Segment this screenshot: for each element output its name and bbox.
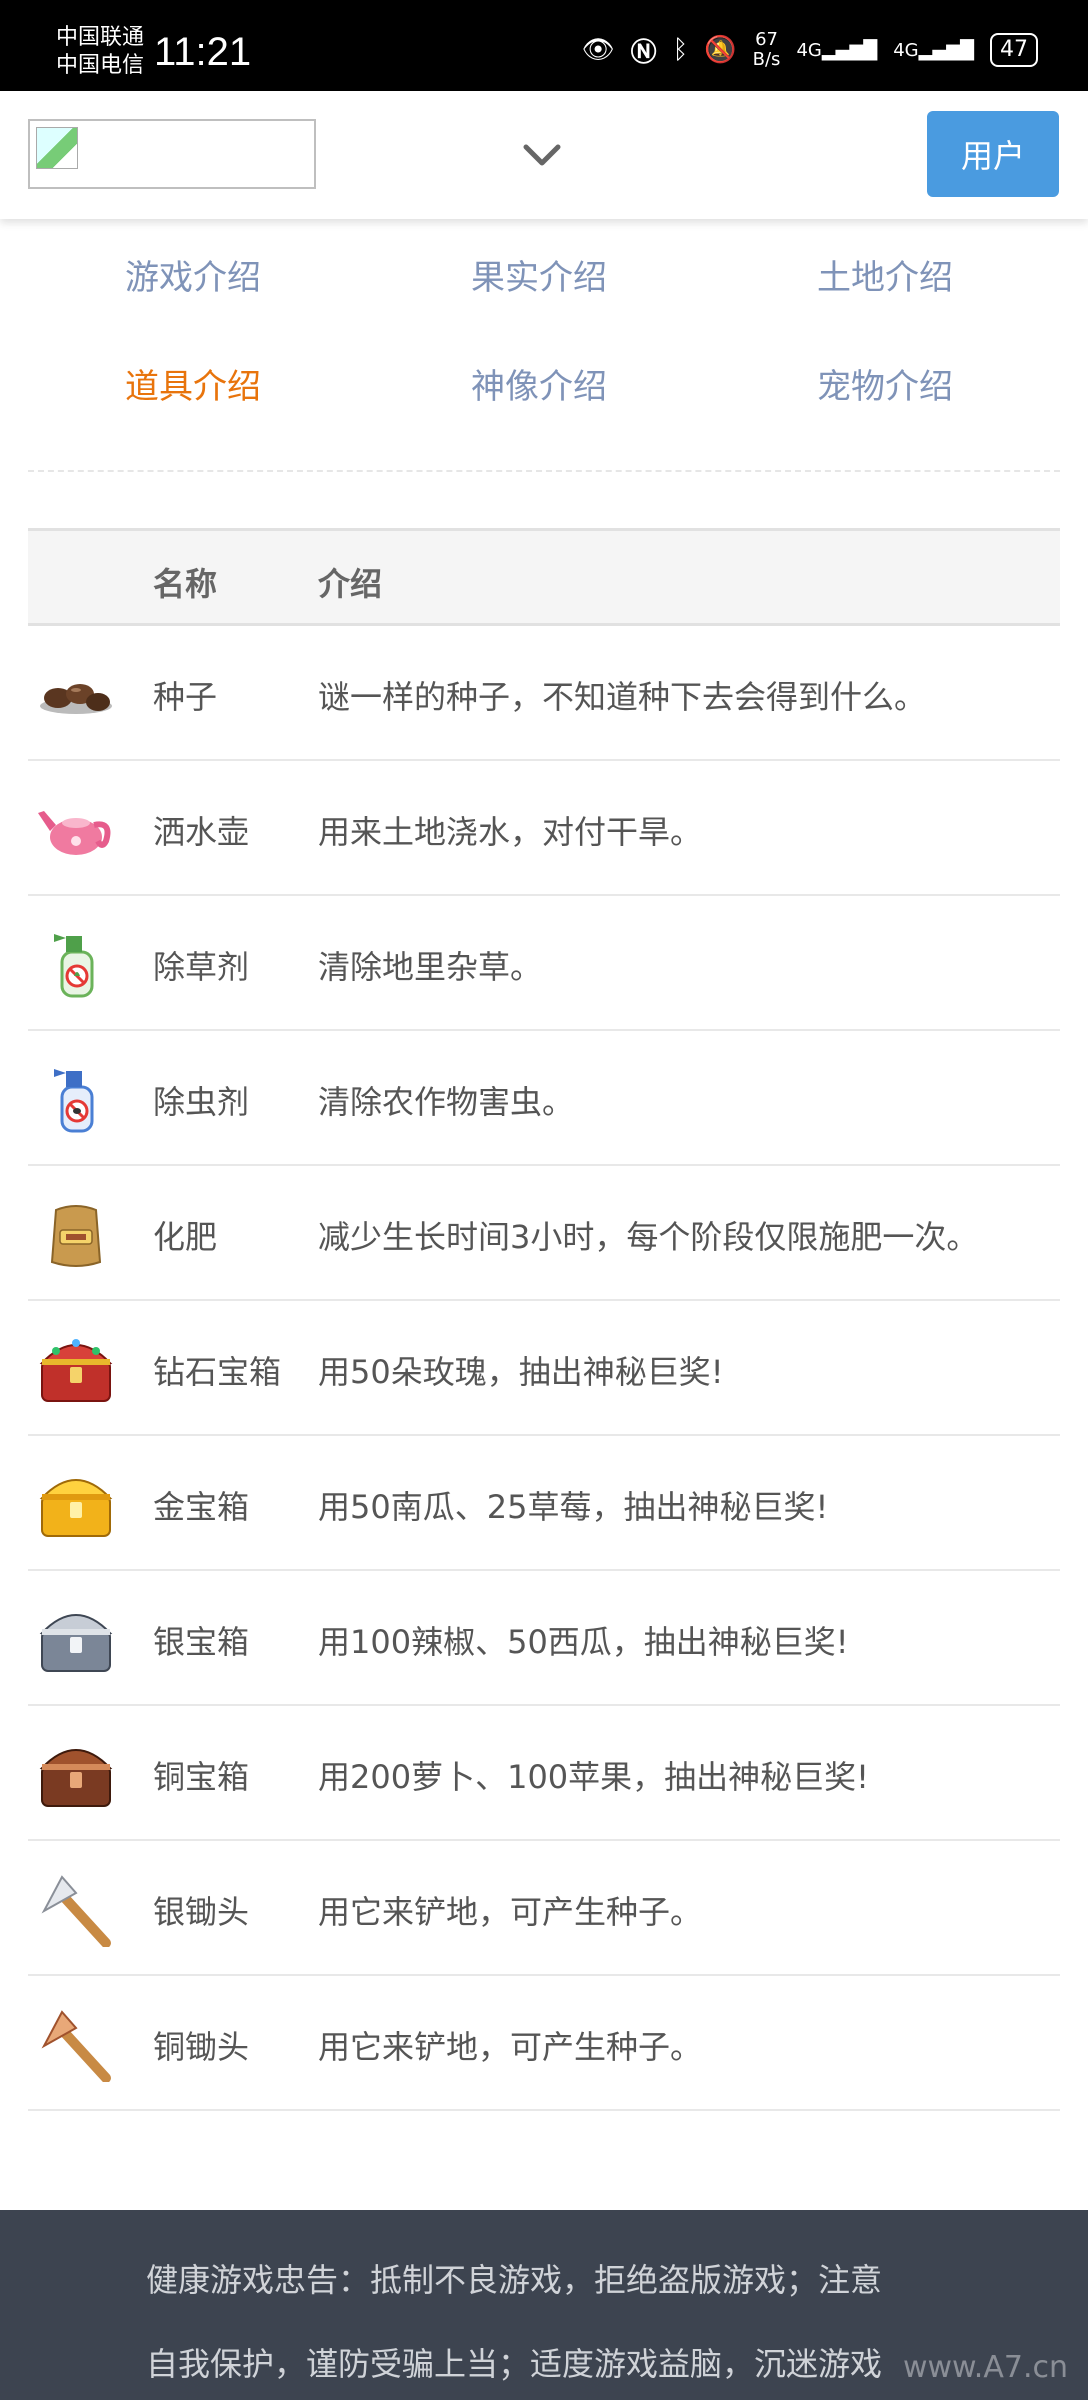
item-name: 除草剂: [153, 948, 250, 986]
table-row: 除草剂 清除地里杂草。: [28, 896, 1060, 1031]
table-row: 银锄头 用它来铲地，可产生种子。: [28, 1841, 1060, 1976]
carrier-labels: 中国联通 中国电信: [56, 24, 144, 80]
watermark: www.A7.cn: [902, 2350, 1068, 2385]
battery-icon: 47: [990, 33, 1038, 67]
carrier-2: 中国电信: [56, 53, 145, 78]
status-bar: 中国联通 中国电信 11:21 👁 Ⓝ ᛒ 🔕 67 B/s 4G▂▄▆█ 4G…: [0, 0, 1088, 91]
watering-can-icon: [38, 811, 111, 855]
item-desc: 清除农作物害虫。: [318, 1083, 575, 1121]
item-name: 化肥: [153, 1218, 218, 1256]
nav-statue-intro[interactable]: 神像介绍: [374, 359, 704, 408]
nav-land-intro[interactable]: 土地介绍: [720, 250, 1050, 299]
silver-chest-icon: [39, 1614, 113, 1672]
item-desc: 用它来铲地，可产生种子。: [318, 1893, 703, 1931]
item-name: 洒水壶: [153, 813, 250, 851]
health-notice-line-2: 自我保护，谨防受骗上当；适度游戏益脑，沉迷游戏: [146, 2345, 883, 2383]
items-table: 名称 介绍 种子 谜一样的种子，不知道种下去会得到什么。 洒水壶 用来土地浇水，…: [28, 528, 1060, 2111]
bell-muted-icon: 🔕: [704, 35, 737, 65]
network-speed: 67 B/s: [752, 29, 781, 70]
top-header: 用户: [0, 91, 1088, 219]
nav-game-intro[interactable]: 游戏介绍: [28, 250, 358, 299]
status-icons: 👁 Ⓝ ᛒ 🔕 67 B/s 4G▂▄▆█ 4G▂▄▆█ 47: [582, 30, 1038, 70]
silver-hoe-icon: [41, 1875, 111, 1947]
item-desc: 用50南瓜、25草莓，抽出神秘巨奖!: [318, 1488, 829, 1526]
nav-item-intro[interactable]: 道具介绍: [28, 359, 358, 408]
user-button[interactable]: 用户: [927, 111, 1059, 197]
table-row: 洒水壶 用来土地浇水，对付干旱。: [28, 761, 1060, 896]
gold-chest-icon: [39, 1479, 113, 1537]
chevron-down-icon[interactable]: [518, 131, 566, 179]
broken-image-icon: [36, 127, 78, 169]
signal-1: 4G▂▄▆█: [796, 39, 878, 61]
seeds-icon: [40, 684, 112, 714]
bronze-hoe-icon: [41, 2010, 111, 2082]
table-row: 除虫剂 清除农作物害虫。: [28, 1031, 1060, 1166]
table-header: 名称 介绍: [28, 528, 1060, 626]
item-name: 除虫剂: [153, 1083, 250, 1121]
nfc-icon: Ⓝ: [630, 37, 657, 68]
item-desc: 清除地里杂草。: [318, 948, 543, 986]
clock: 11:21: [154, 30, 252, 74]
eye-icon: 👁: [581, 35, 615, 65]
health-notice-line-1: 健康游戏忠告：抵制不良游戏，拒绝盗版游戏；注意: [146, 2261, 883, 2299]
item-desc: 用它来铲地，可产生种子。: [318, 2028, 703, 2066]
item-desc: 用200萝卜、100苹果，抽出神秘巨奖!: [318, 1758, 869, 1796]
item-desc: 用100辣椒、50西瓜，抽出神秘巨奖!: [318, 1623, 849, 1661]
signal-2: 4G▂▄▆█: [893, 39, 974, 61]
item-name: 铜宝箱: [153, 1758, 250, 1796]
diamond-chest-icon: [39, 1339, 113, 1402]
table-row: 铜锄头 用它来铲地，可产生种子。: [28, 1976, 1060, 2111]
column-header-desc: 介绍: [318, 565, 383, 603]
category-nav: 游戏介绍 果实介绍 土地介绍 道具介绍 神像介绍 宠物介绍: [28, 225, 1060, 472]
item-desc: 谜一样的种子，不知道种下去会得到什么。: [318, 678, 927, 716]
item-name: 钻石宝箱: [153, 1353, 282, 1391]
item-name: 金宝箱: [153, 1488, 250, 1526]
item-name: 铜锄头: [153, 2028, 250, 2066]
table-row: 金宝箱 用50南瓜、25草莓，抽出神秘巨奖!: [28, 1436, 1060, 1571]
carrier-1: 中国联通: [56, 25, 145, 50]
item-name: 银锄头: [153, 1893, 250, 1931]
item-name: 种子: [153, 678, 218, 716]
item-name: 银宝箱: [153, 1623, 250, 1661]
item-desc: 减少生长时间3小时，每个阶段仅限施肥一次。: [318, 1218, 979, 1256]
nav-fruit-intro[interactable]: 果实介绍: [374, 250, 704, 299]
site-logo[interactable]: [28, 119, 316, 189]
table-row: 种子 谜一样的种子，不知道种下去会得到什么。: [28, 626, 1060, 761]
item-desc: 用50朵玫瑰，抽出神秘巨奖!: [318, 1353, 724, 1391]
bronze-chest-icon: [39, 1749, 113, 1807]
bluetooth-icon: ᛒ: [672, 35, 689, 65]
table-row: 铜宝箱 用200萝卜、100苹果，抽出神秘巨奖!: [28, 1706, 1060, 1841]
pesticide-spray-icon: [54, 1069, 94, 1133]
fertilizer-bag-icon: [50, 1205, 102, 1267]
item-desc: 用来土地浇水，对付干旱。: [318, 813, 703, 851]
herbicide-spray-icon: [54, 934, 94, 998]
table-row: 化肥 减少生长时间3小时，每个阶段仅限施肥一次。: [28, 1166, 1060, 1301]
nav-pet-intro[interactable]: 宠物介绍: [720, 359, 1050, 408]
column-header-name: 名称: [153, 565, 218, 603]
table-row: 银宝箱 用100辣椒、50西瓜，抽出神秘巨奖!: [28, 1571, 1060, 1706]
table-row: 钻石宝箱 用50朵玫瑰，抽出神秘巨奖!: [28, 1301, 1060, 1436]
